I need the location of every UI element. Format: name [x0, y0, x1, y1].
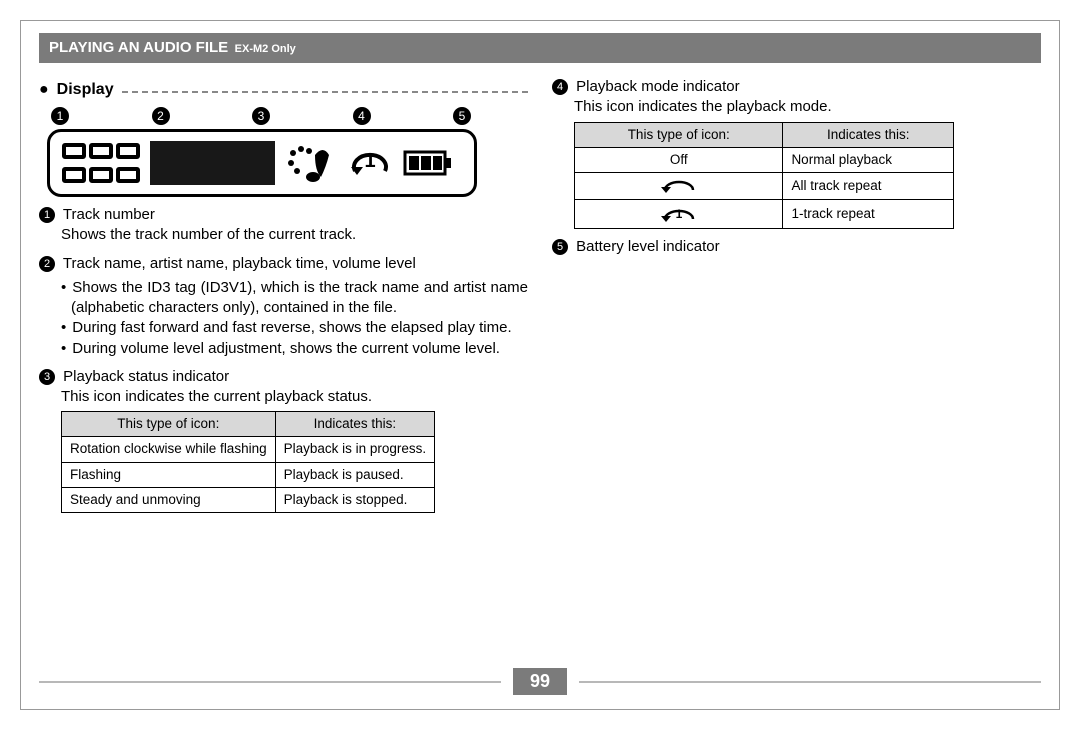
page-footer: 99	[21, 668, 1059, 695]
display-heading: Display	[57, 81, 114, 99]
repeat-one-icon: 1	[575, 199, 783, 228]
repeat-all-icon	[575, 172, 783, 199]
lcd-illustration: 1	[47, 129, 477, 197]
bullet: During volume level adjustment, shows th…	[61, 339, 528, 359]
item-1-title: Track number	[63, 206, 155, 223]
page-number: 99	[513, 668, 567, 695]
playback-status-icon	[285, 143, 337, 183]
track-number-segment-icon	[62, 143, 140, 183]
bullet: Shows the ID3 tag (ID3V1), which is the …	[61, 278, 528, 319]
right-column: 4 Playback mode indicator This icon indi…	[552, 73, 1041, 521]
num-badge-5: 5	[552, 239, 568, 255]
item-4-title: Playback mode indicator	[576, 78, 739, 95]
td: All track repeat	[783, 172, 954, 199]
manual-page: PLAYING AN AUDIO FILE EX-M2 Only ● Displ…	[20, 20, 1060, 710]
item-5: 5 Battery level indicator	[552, 237, 1041, 257]
dot-matrix-icon	[150, 141, 275, 185]
td: Flashing	[62, 462, 276, 487]
callout-4: 4	[353, 107, 371, 125]
svg-text:1: 1	[675, 207, 682, 221]
display-heading-row: ● Display	[39, 81, 528, 99]
item-1-desc: Shows the track number of the current tr…	[61, 225, 528, 245]
section-header: PLAYING AN AUDIO FILE EX-M2 Only	[39, 33, 1041, 63]
repeat-mode-icon: 1	[347, 143, 393, 183]
num-badge-3: 3	[39, 369, 55, 385]
num-badge-4: 4	[552, 79, 568, 95]
td: 1-track repeat	[783, 199, 954, 228]
item-3: 3 Playback status indicator This icon in…	[39, 367, 528, 513]
th: This type of icon:	[575, 122, 783, 147]
td: Playback is paused.	[275, 462, 435, 487]
th: Indicates this:	[783, 122, 954, 147]
item-3-title: Playback status indicator	[63, 368, 229, 385]
dashed-rule	[122, 91, 528, 93]
playback-mode-table: This type of icon: Indicates this: Off N…	[574, 122, 954, 229]
left-column: ● Display 1 2 3 4 5	[39, 73, 528, 521]
item-1: 1 Track number Shows the track number of…	[39, 205, 528, 246]
callout-5: 5	[453, 107, 471, 125]
bullet: During fast forward and fast reverse, sh…	[61, 318, 528, 338]
td: Normal playback	[783, 147, 954, 172]
svg-text:1: 1	[364, 150, 375, 172]
footer-rule-right	[579, 681, 1041, 683]
num-badge-1: 1	[39, 207, 55, 223]
th: Indicates this:	[275, 412, 435, 437]
item-4: 4 Playback mode indicator This icon indi…	[552, 77, 1041, 229]
th: This type of icon:	[62, 412, 276, 437]
item-4-desc: This icon indicates the playback mode.	[574, 97, 1041, 117]
item-2-bullets: Shows the ID3 tag (ID3V1), which is the …	[61, 278, 528, 359]
callout-2: 2	[152, 107, 170, 125]
td: Playback is in progress.	[275, 437, 435, 462]
callout-1: 1	[51, 107, 69, 125]
footer-rule-left	[39, 681, 501, 683]
header-subtitle: EX-M2 Only	[235, 43, 296, 55]
td: Playback is stopped.	[275, 487, 435, 512]
td-icon-off: Off	[575, 147, 783, 172]
header-title: PLAYING AN AUDIO FILE	[49, 39, 228, 56]
callout-row: 1 2 3 4 5	[51, 107, 471, 125]
item-2: 2 Track name, artist name, playback time…	[39, 254, 528, 359]
callout-3: 3	[252, 107, 270, 125]
item-5-title: Battery level indicator	[576, 238, 719, 255]
bullet-icon: ●	[39, 82, 49, 98]
td: Rotation clockwise while flashing	[62, 437, 276, 462]
battery-icon	[403, 146, 453, 180]
item-3-desc: This icon indicates the current playback…	[61, 387, 528, 407]
item-2-title: Track name, artist name, playback time, …	[63, 255, 416, 272]
playback-status-table: This type of icon: Indicates this: Rotat…	[61, 411, 435, 513]
td: Steady and unmoving	[62, 487, 276, 512]
num-badge-2: 2	[39, 256, 55, 272]
